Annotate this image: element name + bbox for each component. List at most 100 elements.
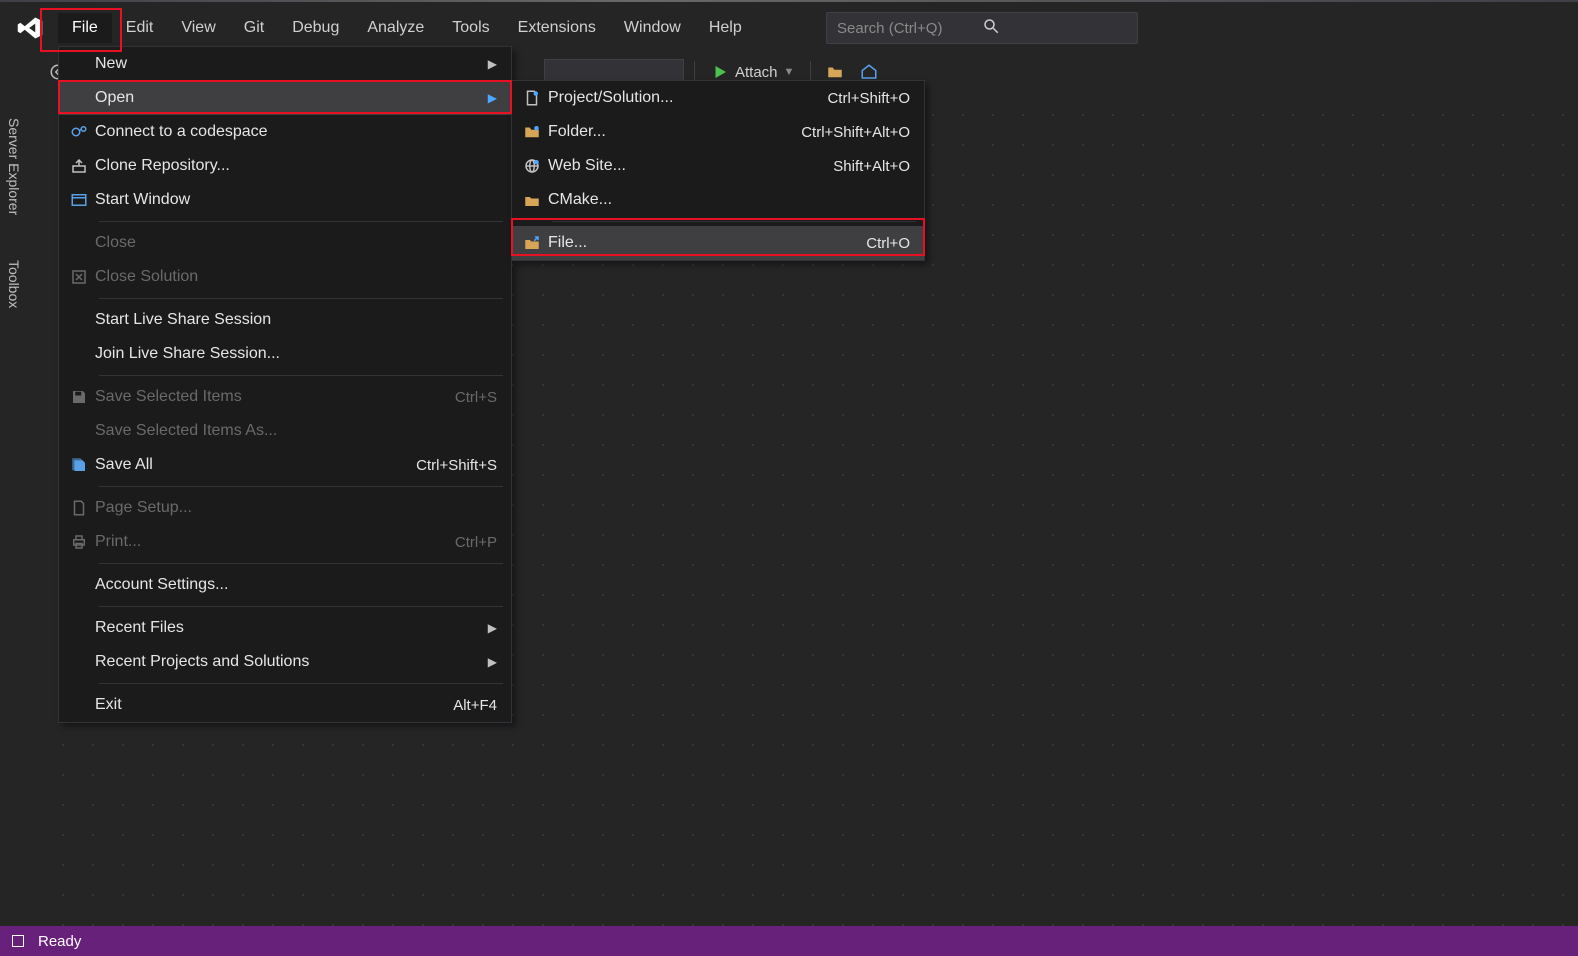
- status-indicator-icon: [12, 935, 24, 947]
- file-menu-item-start-live-share-session[interactable]: Start Live Share Session: [59, 303, 511, 337]
- file-menu-item-page-setup: Page Setup...: [59, 491, 511, 525]
- menu-item-label: Close: [95, 234, 497, 252]
- menu-separator: [99, 606, 503, 607]
- open-submenu-item-folder[interactable]: Folder... Ctrl+Shift+Alt+O: [512, 115, 924, 149]
- chevron-down-icon: ▼: [784, 66, 795, 78]
- toolbox-tab[interactable]: Toolbox: [2, 252, 26, 316]
- menu-item-label: CMake...: [548, 191, 910, 209]
- file-menu-item-new[interactable]: New▶: [59, 47, 511, 81]
- menu-item-label: Start Window: [95, 191, 497, 209]
- menubar-item-git[interactable]: Git: [230, 13, 278, 43]
- menu-separator: [99, 375, 503, 376]
- file-menu-dropdown: New▶Open▶Connect to a codespaceClone Rep…: [58, 46, 512, 723]
- visual-studio-logo-icon: [16, 14, 44, 42]
- menu-item-label: Recent Projects and Solutions: [95, 653, 483, 671]
- file-menu-item-save-selected-items: Save Selected Items Ctrl+S: [59, 380, 511, 414]
- menubar-item-window[interactable]: Window: [610, 13, 695, 43]
- menu-item-label: Connect to a codespace: [95, 123, 497, 141]
- window-accent-border: [0, 0, 1578, 2]
- file-menu-item-start-window[interactable]: Start Window: [59, 183, 511, 217]
- file-menu-item-account-settings[interactable]: Account Settings...: [59, 568, 511, 602]
- file-menu-item-exit[interactable]: ExitAlt+F4: [59, 688, 511, 722]
- menu-item-shortcut: Ctrl+O: [866, 235, 910, 252]
- file-menu-item-print: Print... Ctrl+P: [59, 525, 511, 559]
- file-menu-item-clone-repository[interactable]: Clone Repository...: [59, 149, 511, 183]
- menu-item-label: Save Selected Items As...: [95, 422, 497, 440]
- menu-item-label: Save Selected Items: [95, 388, 439, 406]
- submenu-arrow-icon: ▶: [483, 91, 497, 105]
- save-all-icon: [63, 456, 95, 474]
- menu-item-label: Open: [95, 89, 483, 107]
- attach-button[interactable]: Attach ▼: [705, 63, 800, 81]
- status-text: Ready: [38, 933, 81, 950]
- open-submenu-item-file[interactable]: File... Ctrl+O: [512, 226, 924, 260]
- menu-item-label: Join Live Share Session...: [95, 345, 497, 363]
- menu-item-label: Recent Files: [95, 619, 483, 637]
- menubar-item-extensions[interactable]: Extensions: [504, 13, 610, 43]
- connect-icon: [63, 123, 95, 141]
- proj-icon: [516, 89, 548, 107]
- file-open-icon: [516, 234, 548, 252]
- menu-item-label: Page Setup...: [95, 499, 497, 517]
- file-menu-item-connect-to-a-codespace[interactable]: Connect to a codespace: [59, 115, 511, 149]
- menu-item-label: Clone Repository...: [95, 157, 497, 175]
- submenu-arrow-icon: ▶: [483, 621, 497, 635]
- menubar-item-help[interactable]: Help: [695, 13, 756, 43]
- menu-item-shortcut: Alt+F4: [453, 697, 497, 714]
- menu-separator: [552, 221, 916, 222]
- menu-item-label: Project/Solution...: [548, 89, 811, 107]
- menu-item-shortcut: Ctrl+Shift+S: [416, 457, 497, 474]
- file-menu-item-recent-files[interactable]: Recent Files▶: [59, 611, 511, 645]
- file-menu-item-open[interactable]: Open▶: [59, 81, 511, 115]
- menu-item-label: Save All: [95, 456, 400, 474]
- menu-separator: [99, 221, 503, 222]
- web-icon: [516, 157, 548, 175]
- menu-separator: [99, 683, 503, 684]
- menu-item-label: Folder...: [548, 123, 785, 141]
- attach-label: Attach: [735, 64, 778, 81]
- menu-item-label: Web Site...: [548, 157, 817, 175]
- open-submenu-dropdown: Project/Solution... Ctrl+Shift+O Folder...…: [511, 80, 925, 261]
- print-icon: [63, 533, 95, 551]
- menu-item-label: Close Solution: [95, 268, 497, 286]
- search-icon: [982, 17, 1127, 39]
- close-solution-icon: [63, 268, 95, 286]
- window-icon: [63, 191, 95, 209]
- menubar-item-file[interactable]: File: [58, 13, 112, 43]
- open-submenu-item-cmake[interactable]: CMake...: [512, 183, 924, 217]
- menu-item-shortcut: Ctrl+P: [455, 534, 497, 551]
- file-menu-item-save-all[interactable]: Save All Ctrl+Shift+S: [59, 448, 511, 482]
- file-menu-item-save-selected-items-as: Save Selected Items As...: [59, 414, 511, 448]
- file-menu-item-close: Close: [59, 226, 511, 260]
- save-icon: [63, 388, 95, 406]
- menu-item-label: File...: [548, 234, 850, 252]
- clone-icon: [63, 157, 95, 175]
- file-menu-item-join-live-share-session[interactable]: Join Live Share Session...: [59, 337, 511, 371]
- server-explorer-tab[interactable]: Server Explorer: [2, 110, 26, 223]
- menubar-item-tools[interactable]: Tools: [438, 13, 503, 43]
- search-box[interactable]: Search (Ctrl+Q): [826, 12, 1138, 44]
- folder-icon: [516, 123, 548, 141]
- cmake-icon: [516, 191, 548, 209]
- menubar-item-edit[interactable]: Edit: [112, 13, 168, 43]
- menubar-item-debug[interactable]: Debug: [278, 13, 353, 43]
- menu-separator: [99, 563, 503, 564]
- menu-separator: [99, 486, 503, 487]
- menu-item-shortcut: Ctrl+Shift+Alt+O: [801, 124, 910, 141]
- menu-item-label: Account Settings...: [95, 576, 497, 594]
- open-submenu-item-project-solution[interactable]: Project/Solution... Ctrl+Shift+O: [512, 81, 924, 115]
- menu-item-shortcut: Ctrl+S: [455, 389, 497, 406]
- menubar-item-view[interactable]: View: [167, 13, 229, 43]
- menu-item-label: Print...: [95, 533, 439, 551]
- file-menu-item-recent-projects-and-solutions[interactable]: Recent Projects and Solutions▶: [59, 645, 511, 679]
- open-submenu-item-web-site[interactable]: Web Site...Shift+Alt+O: [512, 149, 924, 183]
- submenu-arrow-icon: ▶: [483, 57, 497, 71]
- submenu-arrow-icon: ▶: [483, 655, 497, 669]
- menu-item-shortcut: Ctrl+Shift+O: [827, 90, 910, 107]
- menubar-item-analyze[interactable]: Analyze: [353, 13, 438, 43]
- file-menu-item-close-solution: Close Solution: [59, 260, 511, 294]
- page-icon: [63, 499, 95, 517]
- menubar: FileEditViewGitDebugAnalyzeToolsExtensio…: [0, 10, 1578, 46]
- status-bar: Ready: [0, 926, 1578, 956]
- menu-item-label: Start Live Share Session: [95, 311, 497, 329]
